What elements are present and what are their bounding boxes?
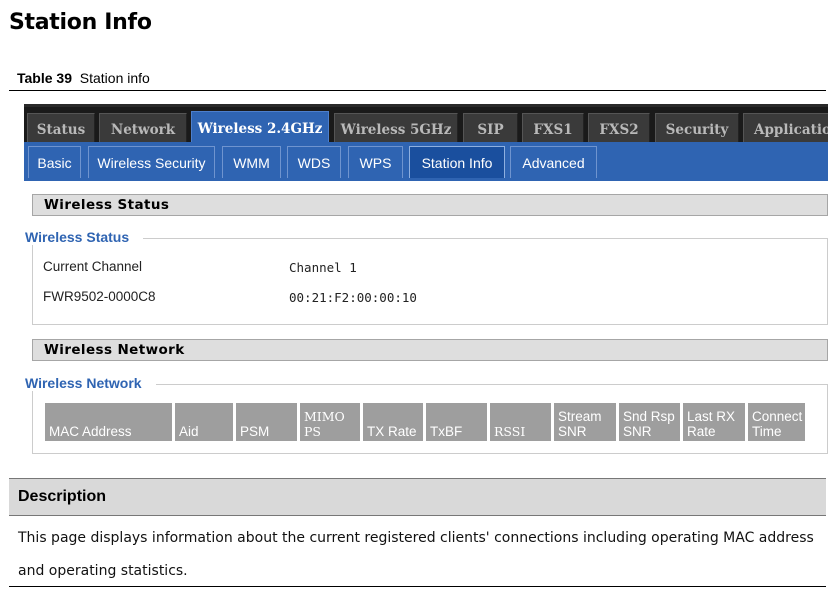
col-connect-time: Connect Time [748,403,808,441]
wireless-network-bar: Wireless Network [32,339,828,361]
col-mimo-ps: MIMO PS [300,403,363,441]
current-channel-value: Channel 1 [289,260,357,275]
subtab-wmm[interactable]: WMM [222,146,281,178]
col-snd-rsp-snr: Snd Rsp SNR [619,403,683,441]
top-rule [9,90,826,91]
tab-fxs1[interactable]: FXS1 [522,113,584,145]
col-stream-snr: Stream SNR [554,403,619,441]
col-mac-address: MAC Address [45,403,175,441]
bottom-rule [9,586,826,587]
col-aid: Aid [175,403,236,441]
description-header: Description [9,478,826,516]
description-text: This page displays information about the… [18,530,814,579]
sub-tab-bar: Basic Wireless Security WMM WDS WPS Stat… [24,142,828,181]
col-rssi: RSSI [490,403,554,441]
tab-application[interactable]: Application [743,113,828,145]
tab-wireless-2-4ghz[interactable]: Wireless 2.4GHz [191,111,329,145]
router-screenshot: Status Network Wireless 2.4GHz Wireless … [24,104,828,460]
tab-fxs2[interactable]: FXS2 [588,113,650,145]
main-tab-bar: Status Network Wireless 2.4GHz Wireless … [24,104,828,145]
tab-sip[interactable]: SIP [463,113,518,145]
device-mac-value: 00:21:F2:00:00:10 [289,290,417,305]
table-number: Table 39 [17,70,72,86]
col-tx-rate: TX Rate [363,403,426,441]
device-name-label: FWR9502-0000C8 [43,289,156,304]
tab-security[interactable]: Security [655,113,739,145]
subtab-basic[interactable]: Basic [28,146,81,178]
col-last-rx-rate: Last RX Rate [683,403,748,441]
table-caption: Table 39 Station info [17,70,150,86]
subtab-wps[interactable]: WPS [348,146,403,178]
subtab-wds[interactable]: WDS [287,146,341,178]
wireless-status-legend: Wireless Status [25,229,144,245]
tab-status[interactable]: Status [27,113,95,145]
col-psm: PSM [236,403,300,441]
page-title: Station Info [9,10,152,35]
subtab-station-info[interactable]: Station Info [409,146,505,178]
wireless-status-panel [32,238,828,325]
table-caption-text: Station info [79,70,150,86]
wireless-status-bar: Wireless Status [32,194,828,216]
tab-wireless-5ghz[interactable]: Wireless 5GHz [334,113,458,145]
subtab-wireless-security[interactable]: Wireless Security [88,146,215,178]
tab-network[interactable]: Network [99,113,187,145]
current-channel-label: Current Channel [43,259,143,274]
subtab-advanced[interactable]: Advanced [510,146,597,178]
wireless-network-legend: Wireless Network [25,375,156,391]
col-txbf: TxBF [426,403,490,441]
